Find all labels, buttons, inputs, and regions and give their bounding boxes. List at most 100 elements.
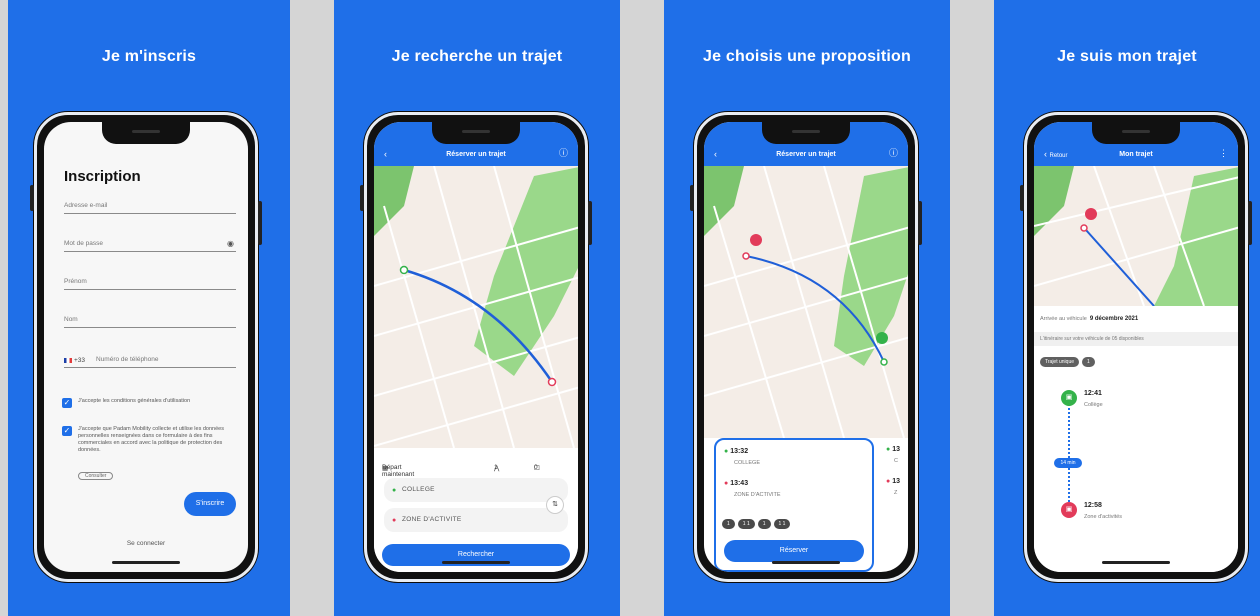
- next-depart-stop: C: [894, 458, 898, 464]
- origin-input[interactable]: ● COLLEGE: [384, 478, 568, 502]
- login-link[interactable]: Se connecter: [44, 540, 248, 547]
- more-icon[interactable]: ⋮: [1219, 148, 1228, 159]
- proposal-card-next[interactable]: ● 13 C ● 13 Z: [882, 438, 908, 528]
- map-view[interactable]: [704, 166, 908, 438]
- phone-field[interactable]: +33 Numéro de téléphone: [64, 348, 236, 368]
- passenger-value: 1: [494, 464, 498, 471]
- tag: 1: [722, 519, 735, 529]
- tag: 1 1: [773, 519, 791, 529]
- next-arrive-time: ● 13: [886, 478, 900, 485]
- tag-row: 11 111 1: [722, 512, 793, 530]
- tag: 1: [757, 519, 771, 529]
- phone-frame: ‹ Retour Mon trajet ⋮ Arrivée au véhicul…: [1020, 112, 1252, 582]
- phone-notch: [432, 122, 520, 144]
- app-bar-title: Réserver un trajet: [446, 151, 506, 158]
- departure-option-label: Départ maintenant: [382, 464, 415, 478]
- panel-title: Je choisis une proposition: [703, 48, 911, 65]
- info-icon[interactable]: ⓘ: [559, 146, 568, 159]
- eye-icon[interactable]: ◉: [227, 239, 234, 248]
- app-bar-title: Réserver un trajet: [776, 151, 836, 158]
- search-screen: ‹ Réserver un trajet ⓘ ▦ Départ maintena…: [374, 122, 578, 572]
- chip: Trajet unique: [1040, 357, 1079, 367]
- proposal-card[interactable]: ● 13:32 COLLEGE ● 13:43 ZONE D'ACTIVITE …: [714, 438, 874, 572]
- info-icon[interactable]: ⓘ: [889, 146, 898, 159]
- panel-title: Je recherche un trajet: [391, 48, 563, 65]
- swap-icon[interactable]: ⇅: [546, 496, 564, 514]
- consent-text: J'accepte que Padam Mobility collecte et…: [78, 426, 224, 453]
- terms-checkbox[interactable]: ✓: [62, 398, 72, 408]
- trip-chips: Trajet unique 1: [1040, 350, 1098, 368]
- signup-button[interactable]: S'inscrire: [184, 492, 236, 516]
- end-stop: Zone d'activités: [1084, 514, 1123, 520]
- signup-heading: Inscription: [64, 168, 141, 185]
- firstname-placeholder: Prénom: [64, 278, 87, 285]
- home-indicator: [772, 561, 840, 564]
- tag: 1 1: [737, 519, 755, 529]
- panel-proposal: Je choisis une proposition ‹ Réserver un…: [664, 0, 950, 616]
- start-time: 12:41: [1084, 390, 1102, 397]
- email-placeholder: Adresse e-mail: [64, 202, 108, 209]
- end-time: 12:58: [1084, 502, 1102, 509]
- trip-date: Arrivée au véhicule 9 décembre 2021: [1040, 316, 1138, 322]
- depart-time-value: 13:32: [730, 448, 749, 455]
- phone-frame: ‹ Réserver un trajet ⓘ: [690, 112, 922, 582]
- phone-notch: [762, 122, 850, 144]
- trip-details: Arrivée au véhicule 9 décembre 2021 L'it…: [1034, 306, 1238, 572]
- phone-frame: ‹ Réserver un trajet ⓘ: [360, 112, 592, 582]
- chip: 1: [1082, 357, 1095, 367]
- date-label: Arrivée au véhicule: [1040, 316, 1087, 322]
- phone-placeholder: Numéro de téléphone: [96, 356, 159, 363]
- map-view[interactable]: [374, 166, 578, 448]
- home-indicator: [1102, 561, 1170, 564]
- password-placeholder: Mot de passe: [64, 240, 104, 247]
- consent-link[interactable]: Consulter: [78, 472, 114, 480]
- next-arrive-time-value: 13: [892, 478, 900, 485]
- next-depart-time-value: 13: [892, 446, 900, 453]
- map-view[interactable]: [1034, 166, 1238, 306]
- date-value: 9 décembre 2021: [1089, 316, 1139, 322]
- trip-subtitle: L'itinéraire sur votre véhicule de 05 di…: [1034, 332, 1238, 346]
- france-flag-icon[interactable]: [64, 358, 72, 363]
- depart-stop: COLLEGE: [734, 460, 760, 466]
- terms-text: J'accepte les conditions générales d'uti…: [78, 398, 191, 404]
- country-code[interactable]: +33: [74, 357, 85, 364]
- origin-value: COLLEGE: [402, 486, 435, 493]
- trip-screen: ‹ Retour Mon trajet ⋮ Arrivée au véhicul…: [1034, 122, 1238, 572]
- app-bar-title: Mon trajet: [1119, 151, 1153, 158]
- signup-screen: Inscription Adresse e-mail Mot de passe ◉…: [44, 122, 248, 572]
- destination-input[interactable]: ● ZONE D'ACTIVITE: [384, 508, 568, 532]
- arrive-stop: ZONE D'ACTIVITE: [734, 492, 781, 498]
- password-field[interactable]: Mot de passe ◉: [64, 232, 236, 252]
- arrive-time: ● 13:43: [724, 480, 748, 487]
- depart-time: ● 13:32: [724, 448, 748, 455]
- arrive-time-value: 13:43: [730, 480, 749, 487]
- destination-dot-icon: ●: [392, 517, 397, 524]
- panel-search: Je recherche un trajet ‹ Réserver un tra…: [334, 0, 620, 616]
- panel-trip: Je suis mon trajet ‹ Retour Mon trajet ⋮: [994, 0, 1260, 616]
- phone-notch: [102, 122, 190, 144]
- panel-title: Je suis mon trajet: [1057, 48, 1197, 65]
- origin-dot-icon: ●: [392, 487, 397, 494]
- email-field[interactable]: Adresse e-mail: [64, 194, 236, 214]
- destination-value: ZONE D'ACTIVITE: [402, 516, 462, 523]
- reserve-button[interactable]: Réserver: [724, 540, 864, 562]
- bag-value: 0: [534, 464, 538, 471]
- bus-icon: ▣: [1061, 502, 1077, 518]
- phone-notch: [1092, 122, 1180, 144]
- next-depart-time: ● 13: [886, 446, 900, 453]
- firstname-field[interactable]: Prénom: [64, 270, 236, 290]
- search-options: ▦ Départ maintenant ⋀ 1 ☐ 0: [382, 454, 570, 478]
- next-arrive-stop: Z: [894, 490, 898, 496]
- panel-signup: Je m'inscris Inscription Adresse e-mail …: [8, 0, 290, 616]
- consent-checkbox[interactable]: ✓: [62, 426, 72, 436]
- proposal-screen: ‹ Réserver un trajet ⓘ ● 13:32 COLLEGE ●…: [704, 122, 908, 572]
- lastname-field[interactable]: Nom: [64, 308, 236, 328]
- duration-badge: 14 min: [1054, 458, 1082, 468]
- home-indicator: [442, 561, 510, 564]
- home-indicator: [112, 561, 180, 564]
- phone-frame: Inscription Adresse e-mail Mot de passe ◉…: [30, 112, 262, 582]
- bus-icon: ▣: [1061, 390, 1077, 406]
- lastname-placeholder: Nom: [64, 316, 78, 323]
- start-stop: Collège: [1084, 402, 1103, 408]
- panel-title: Je m'inscris: [101, 48, 197, 65]
